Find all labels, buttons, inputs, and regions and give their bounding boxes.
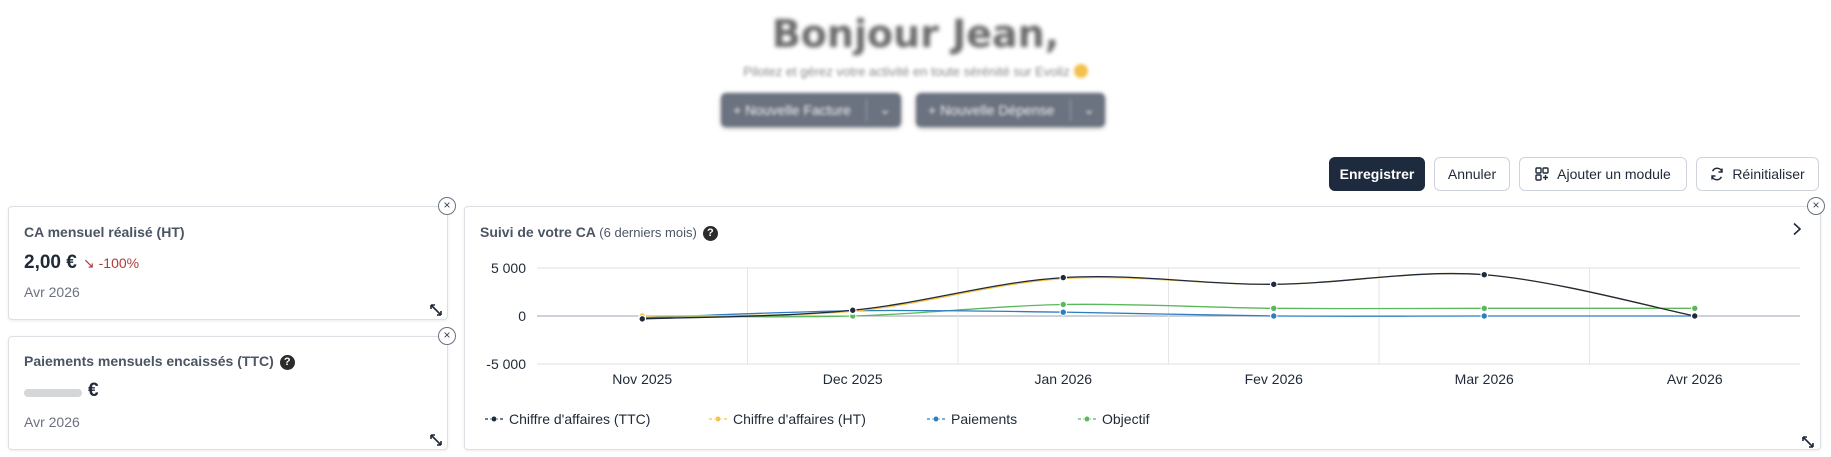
x-tick-label: Avr 2026 (1667, 371, 1723, 387)
data-point (638, 315, 646, 323)
legend-label: Paiements (951, 411, 1018, 427)
legend-item[interactable]: Chiffre d'affaires (TTC) (485, 411, 650, 427)
legend-item[interactable]: Paiements (927, 411, 1017, 427)
data-point (1059, 273, 1067, 282)
legend-marker-icon (709, 415, 727, 423)
y-tick-label: -5 000 (486, 356, 526, 372)
dashboard-page: Bonjour Jean, Pilotez et gérez votre act… (0, 0, 1831, 457)
legend-label: Chiffre d'affaires (TTC) (509, 411, 651, 427)
legend-marker-icon (485, 415, 503, 423)
ca-line-chart: 5 000 0 -5 000 Nov 2025 Dec 2025 Jan 2026 Fev … (486, 260, 1800, 387)
data-point (849, 306, 857, 314)
data-point (1691, 304, 1699, 313)
data-point (1059, 308, 1067, 316)
data-point (1270, 312, 1278, 320)
x-tick-label: Dec 2025 (823, 371, 883, 387)
y-tick-label: 0 (518, 308, 526, 324)
x-tick-label: Jan 2026 (1034, 371, 1092, 387)
data-point (1480, 271, 1488, 279)
data-point (1480, 312, 1488, 320)
data-point (1270, 280, 1278, 289)
legend-marker-icon (1078, 415, 1096, 423)
legend-item[interactable]: Objectif (1078, 411, 1149, 427)
x-tick-label: Fev 2026 (1245, 371, 1304, 387)
x-tick-label: Nov 2025 (612, 371, 672, 387)
data-point (1270, 304, 1278, 313)
y-tick-label: 5 000 (491, 260, 526, 276)
data-point (1480, 304, 1488, 313)
legend-item[interactable]: Chiffre d'affaires (HT) (709, 411, 866, 427)
data-point (1691, 312, 1699, 320)
legend-label: Objectif (1102, 411, 1150, 427)
x-tick-label: Mar 2026 (1455, 371, 1514, 387)
data-point (1059, 300, 1067, 309)
legend-label: Chiffre d'affaires (HT) (733, 411, 866, 427)
legend-marker-icon (927, 415, 945, 423)
